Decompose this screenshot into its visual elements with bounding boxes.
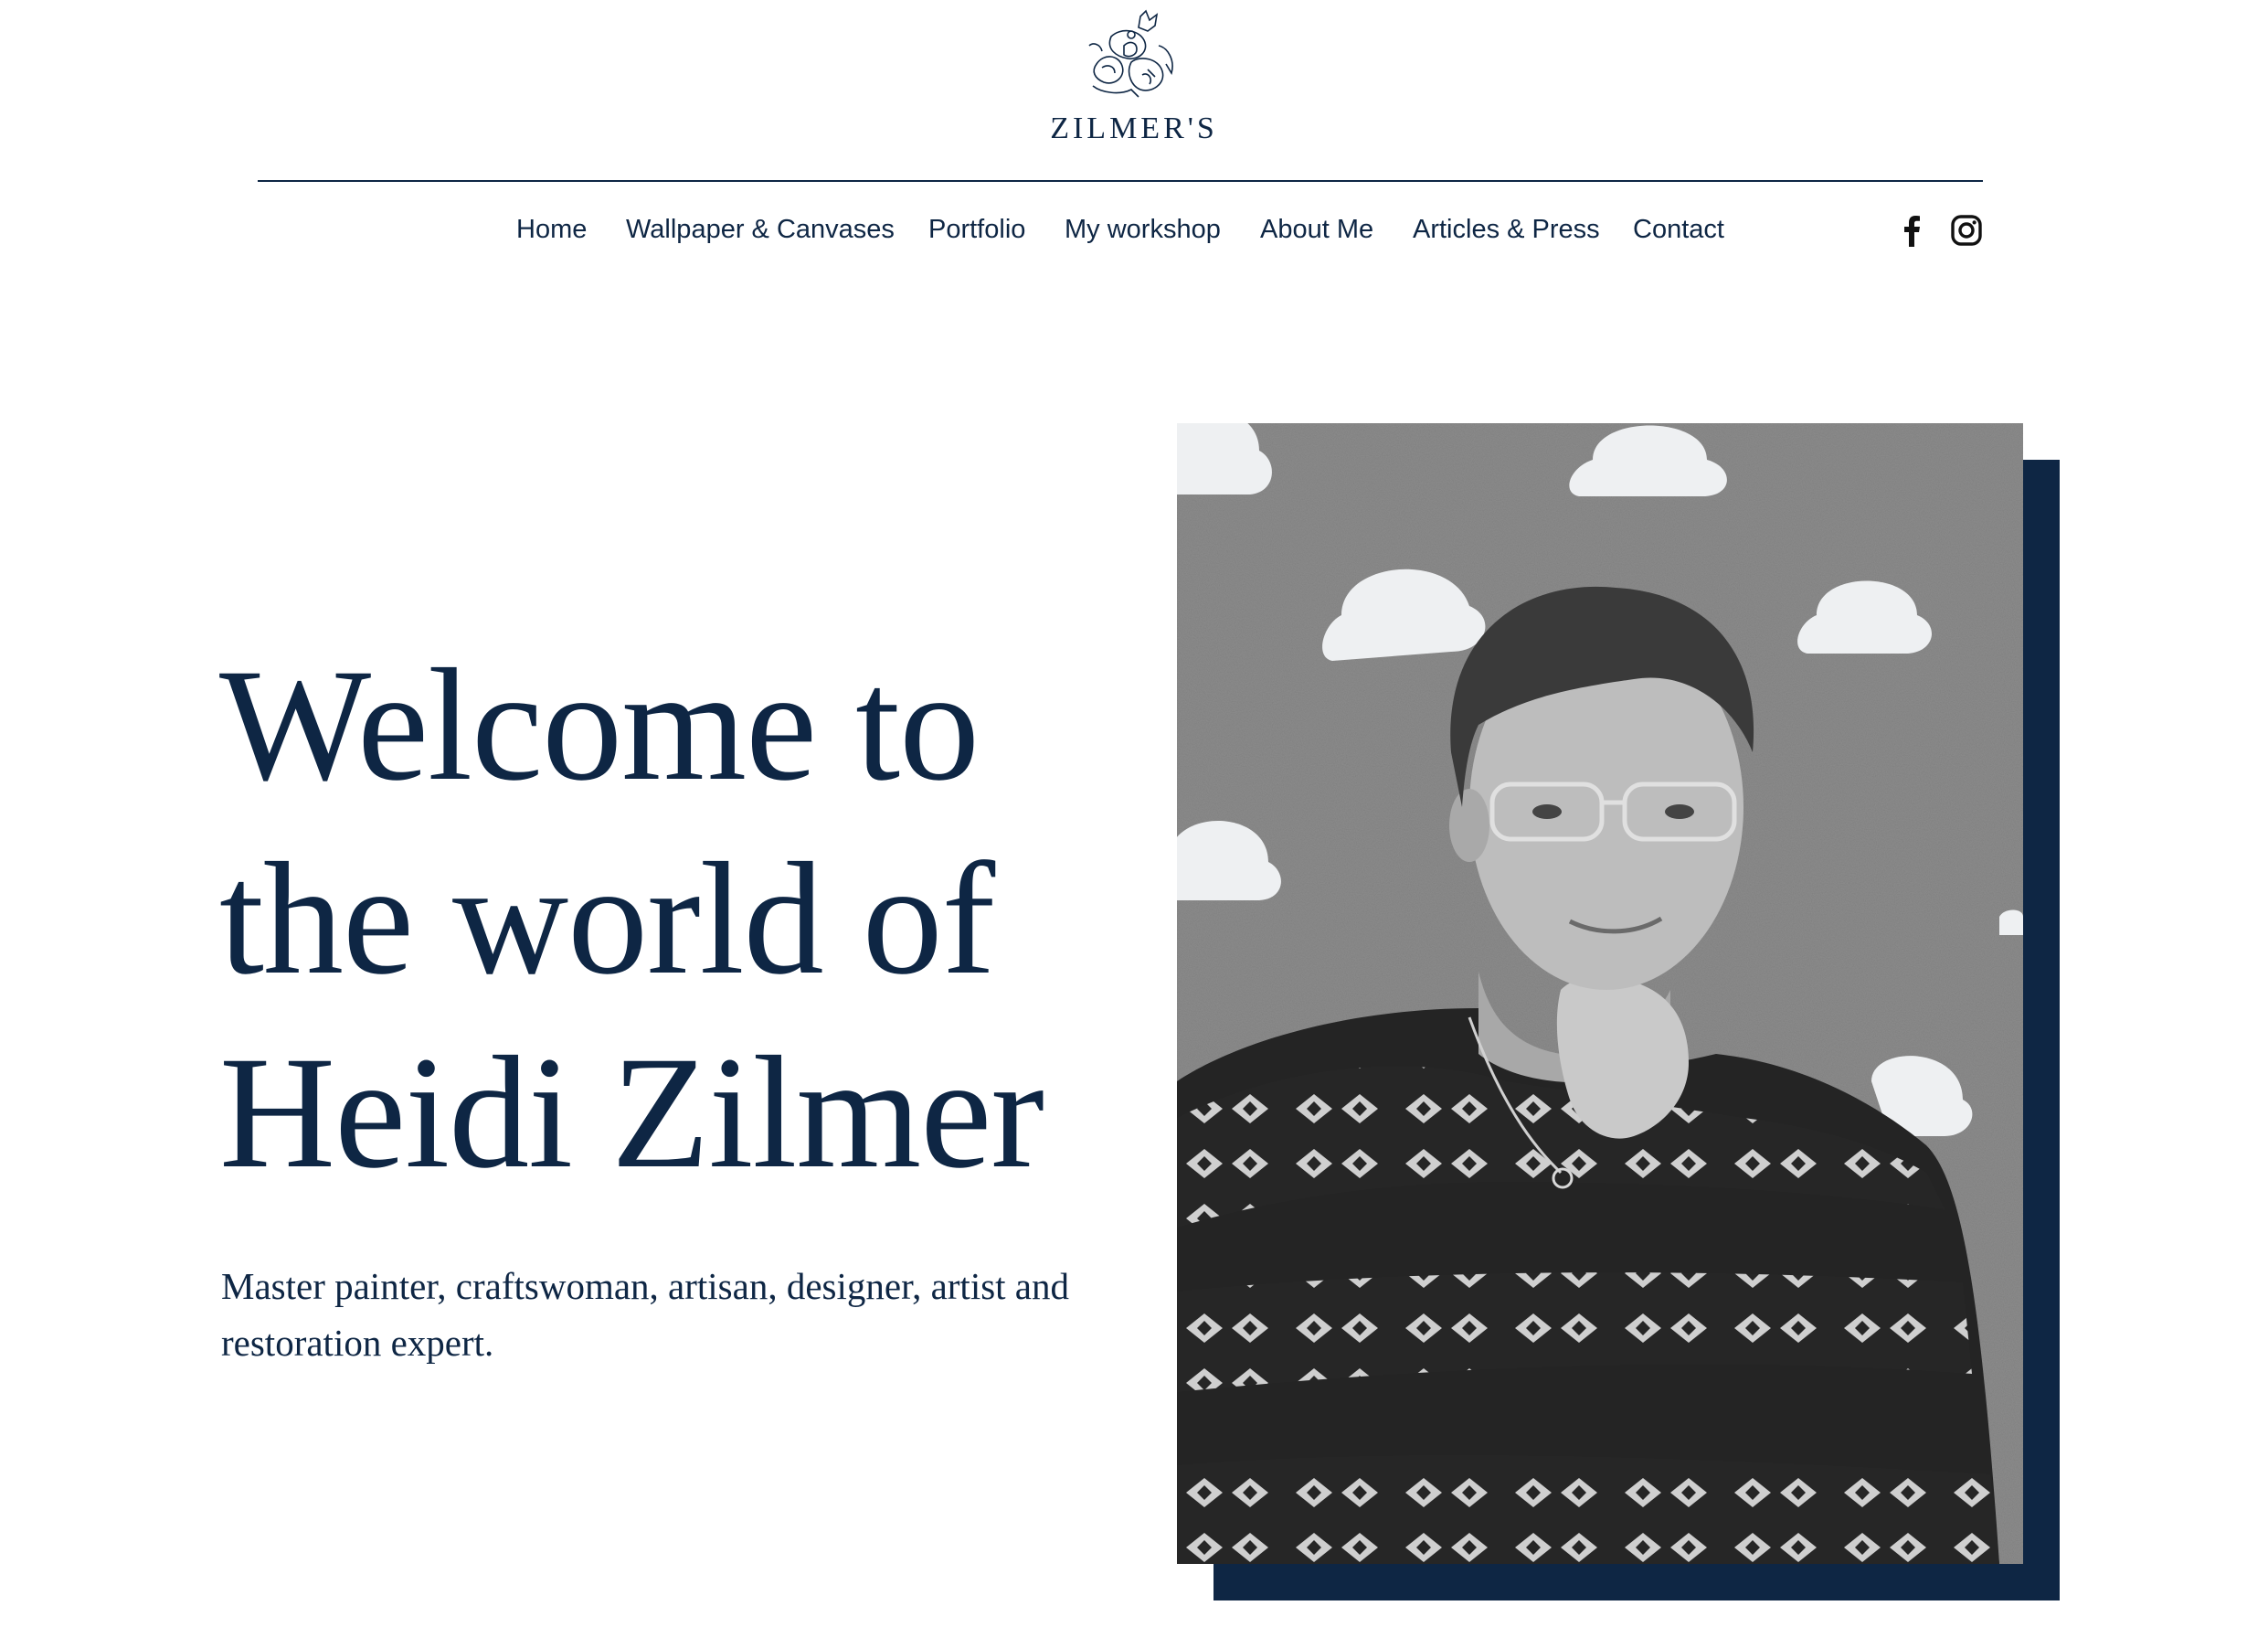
logo-wordmark: ZILMER'S <box>1050 112 1218 145</box>
nav-item-wallpaper-canvases[interactable]: Wallpaper & Canvases <box>626 208 895 250</box>
nav-item-portfolio[interactable]: Portfolio <box>928 208 1025 250</box>
portrait-image <box>1177 423 2023 1564</box>
hero-title-line: Heidi Zilmer <box>219 1024 1044 1202</box>
nav-item-contact[interactable]: Contact <box>1633 208 1724 250</box>
logo-emblem-icon <box>1088 9 1173 98</box>
hero-title-line: the world of <box>219 830 995 1008</box>
portrait-photo <box>1177 423 2023 1564</box>
nav-item-my-workshop[interactable]: My workshop <box>1065 208 1221 250</box>
hero-title-line: Welcome to <box>219 636 980 814</box>
nav-item-about-me[interactable]: About Me <box>1260 208 1373 250</box>
site-logo[interactable]: ZILMER'S <box>1043 9 1225 146</box>
instagram-icon[interactable] <box>1948 212 1985 249</box>
hero-subtitle: Master painter, craftswoman, artisan, de… <box>221 1265 1070 1364</box>
nav-item-articles-press[interactable]: Articles & Press <box>1413 208 1600 250</box>
home-page: ZILMER'S Home Wallpaper & Canvases Portf… <box>0 0 2268 1627</box>
facebook-icon[interactable] <box>1893 212 1930 249</box>
hero-title: Welcome to the world of Heidi Zilmer <box>219 629 1133 1210</box>
nav-item-home[interactable]: Home <box>516 208 587 250</box>
header-divider <box>258 180 1983 182</box>
